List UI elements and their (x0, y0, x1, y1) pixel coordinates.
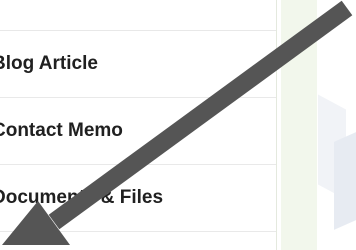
menu-tail (0, 232, 276, 250)
menu-item-label: Blog Article (0, 53, 98, 74)
menu-item-documents-files[interactable]: Documents & Files (0, 165, 276, 232)
watermark-shape (334, 132, 356, 230)
menu-list: Blog Article Contact Memo Documents & Fi… (0, 0, 277, 250)
side-strip (281, 0, 317, 250)
screenshot-viewport: Blog Article Contact Memo Documents & Fi… (0, 0, 356, 250)
menu-item-label: Documents & Files (0, 187, 164, 208)
menu-top-divider (0, 0, 276, 31)
menu-item-contact-memo[interactable]: Contact Memo (0, 98, 276, 165)
menu-item-blog-article[interactable]: Blog Article (0, 31, 276, 98)
menu-item-label: Contact Memo (0, 120, 123, 141)
